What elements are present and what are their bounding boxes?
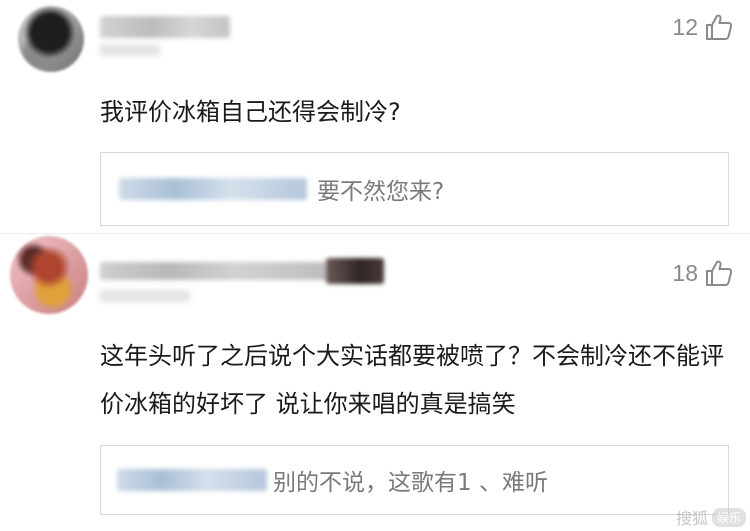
like-count: 12: [672, 13, 698, 40]
comment-meta-blurred: [100, 44, 160, 56]
comment-text: 我评价冰箱自己还得会制冷?: [100, 98, 401, 126]
user-avatar[interactable]: [18, 6, 84, 72]
like-button[interactable]: 12: [672, 12, 734, 42]
thumbs-up-icon[interactable]: [704, 12, 734, 42]
like-button[interactable]: 18: [672, 258, 734, 288]
watermark-text: 搜狐: [675, 509, 708, 528]
thumbs-up-icon[interactable]: [704, 258, 734, 288]
reply-box[interactable]: 别的不说，这歌有1 、难听: [100, 445, 729, 515]
reply-text: 别的不说，这歌有1 、难听: [273, 470, 548, 496]
reply-author-blurred[interactable]: [117, 469, 267, 491]
comment-meta-blurred: [100, 290, 190, 302]
reply-text: 要不然您来?: [317, 179, 445, 205]
sohu-watermark: 搜狐 娱乐: [676, 505, 746, 529]
watermark-badge: 娱乐: [711, 507, 746, 527]
username-badge-blurred: [326, 258, 384, 284]
username-blurred[interactable]: [100, 16, 230, 38]
comment-list: 12 我评价冰箱自己还得会制冷? 要不然您来? 18 这年头听了之后说个大实话都…: [0, 0, 750, 531]
reply-author-blurred[interactable]: [119, 178, 307, 200]
reply-box[interactable]: 要不然您来?: [100, 152, 729, 226]
user-avatar[interactable]: [10, 236, 88, 314]
comment-divider: [0, 233, 750, 234]
like-count: 18: [672, 259, 698, 286]
username-blurred[interactable]: [100, 262, 328, 280]
comment-text: 这年头听了之后说个大实话都要被喷了？不会制冷还不能评价冰箱的好坏了 说让你来唱的…: [100, 342, 724, 418]
